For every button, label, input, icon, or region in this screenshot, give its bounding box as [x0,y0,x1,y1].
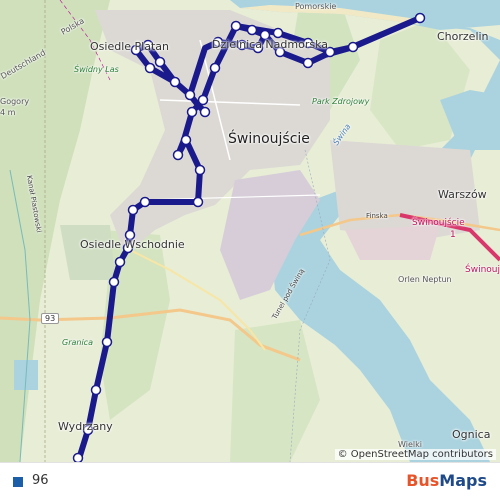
bus-stop-marker[interactable] [127,204,139,216]
bus-stop-marker[interactable] [194,164,206,176]
label-gogory-sub: 4 m [0,108,16,117]
label-park-zdrojowy: Park Zdrojowy [312,97,370,106]
label-osiedle-platan: Osiedle Platan [90,40,169,53]
bus-stop-marker[interactable] [184,89,196,101]
label-granica: Granica [62,338,93,347]
bus-stop-marker[interactable] [186,106,198,118]
legend-footer: 96 BusMaps [0,462,500,501]
label-osiedle-wschodnie: Osiedle Wschodnie [80,238,185,251]
brand-part-2: Maps [439,471,487,490]
label-swidny-las: Świdny Las [74,65,119,74]
bus-stop-marker[interactable] [347,41,359,53]
label-district: Dzielnica Nadmorska [212,38,329,51]
label-station-number: 1 [450,230,456,240]
route-color-swatch [13,477,23,487]
label-pomorskie: Pomorskie [295,2,337,11]
label-swinoujscie-right: Świnouj [465,265,500,275]
label-wielki: Wielki [398,440,422,449]
label-ognica: Ognica [452,428,491,441]
bus-stop-marker[interactable] [302,57,314,69]
route-name-label: 96 [32,473,49,488]
road-93-shield: 93 [41,313,60,324]
bus-stop-marker[interactable] [272,27,284,39]
label-wydrzany: Wydrzany [58,420,113,433]
map-view[interactable]: Pomorskie Chorzelin Osiedle Platan Polsk… [0,0,500,462]
bus-stop-marker[interactable] [230,20,242,32]
busmaps-logo[interactable]: BusMaps [406,471,487,490]
brand-part-1: Bus [406,471,440,490]
bus-stop-marker[interactable] [101,336,113,348]
bus-stop-marker[interactable] [199,106,211,118]
bus-stop-marker[interactable] [154,56,166,68]
label-gogory: Gogory [0,97,30,106]
bus-stop-marker[interactable] [72,452,84,463]
bus-stop-marker[interactable] [90,384,102,396]
bus-stop-marker[interactable] [209,62,221,74]
bus-stop-marker[interactable] [192,196,204,208]
bus-stop-marker[interactable] [172,149,184,161]
bus-stop-marker[interactable] [114,256,126,268]
label-warszow: Warszów [438,188,487,201]
bus-stop-marker[interactable] [169,76,181,88]
bus-stop-marker[interactable] [246,24,258,36]
bus-stop-marker[interactable] [180,134,192,146]
label-chorzelin: Chorzelin [437,30,489,43]
label-city: Świnoujście [228,131,310,147]
bus-stop-marker[interactable] [108,276,120,288]
map-attribution[interactable]: © OpenStreetMap contributors [334,449,496,460]
bus-stop-marker[interactable] [139,196,151,208]
bus-stop-marker[interactable] [197,94,209,106]
bus-stop-marker[interactable] [414,12,426,24]
label-finska: Finska [366,212,388,220]
label-station: Świnoujście [412,218,465,228]
label-orlen-neptun: Orlen Neptun [398,275,452,284]
bus-stop-marker[interactable] [144,62,156,74]
